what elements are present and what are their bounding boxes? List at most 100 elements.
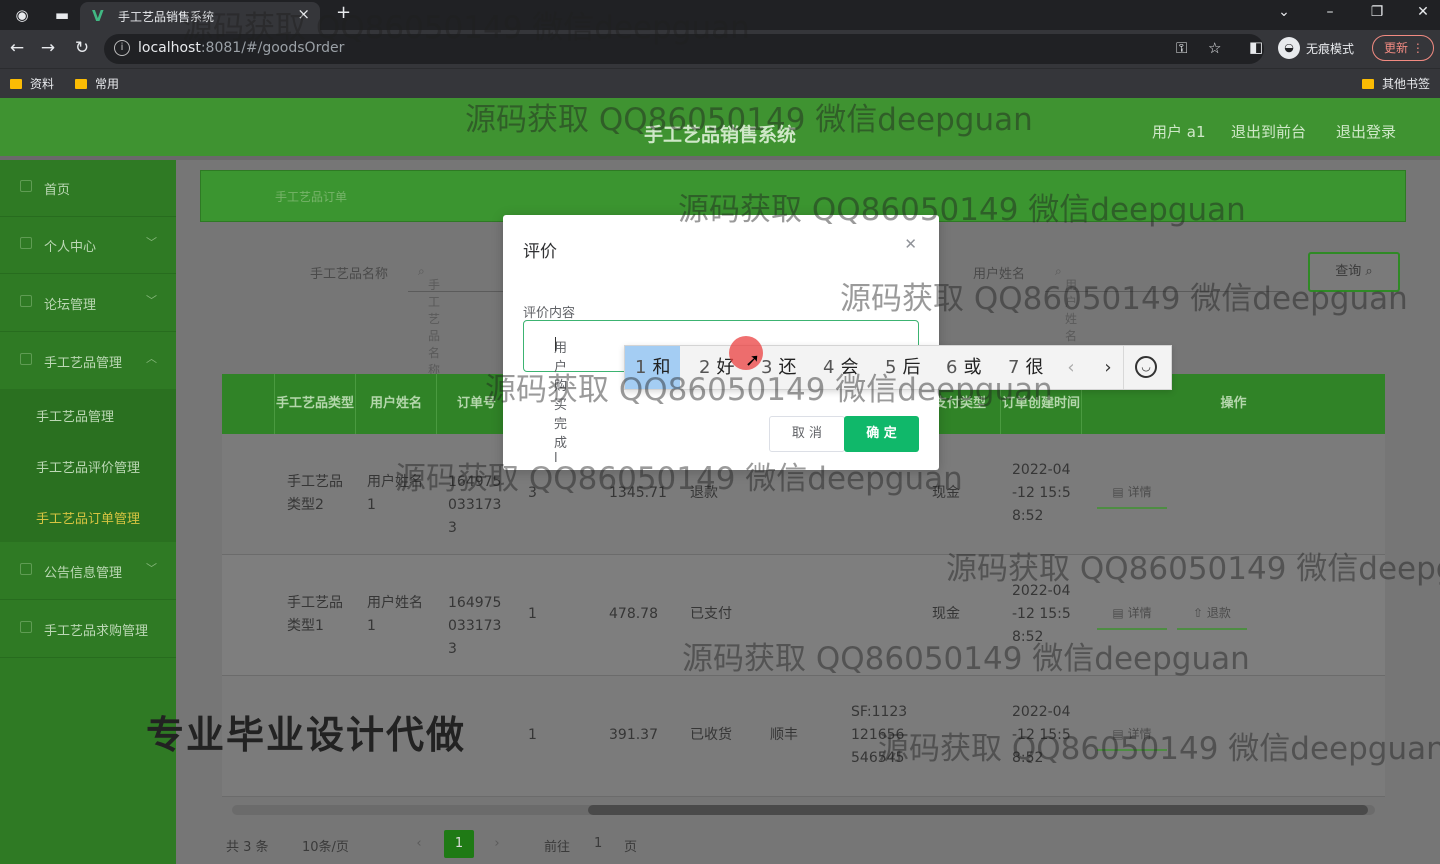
reload-icon[interactable]: ↻ (71, 38, 93, 58)
th-select (222, 374, 275, 434)
tab-list-icon[interactable]: ⌄ (1274, 4, 1294, 20)
incognito-icon: ◒ (1278, 37, 1300, 59)
sidebar-item-label: 手工艺品管理 (44, 356, 123, 371)
forum-icon (20, 295, 32, 307)
cell-status: 已支付 (690, 606, 732, 622)
cell-price: 391.37 (609, 727, 658, 743)
logout-link[interactable]: 退出登录 (1336, 121, 1396, 142)
cell-user: 用户姓名1 (367, 595, 423, 634)
cell-qty: 1 (528, 606, 537, 622)
ad-overlay-text: 专业毕业设计代做 (146, 713, 467, 757)
current-user: 用户 a1 (1152, 123, 1206, 141)
sidebar-item-requests[interactable]: 手工艺品求购管理 (0, 601, 176, 658)
crafts-icon (20, 353, 32, 365)
sidebar-item-label: 个人中心 (44, 240, 97, 255)
notice-icon (20, 563, 32, 575)
watermark: 源码获取 QQ86050149 微信deepguan (182, 10, 750, 46)
cell-order: 1649750331733 (448, 595, 502, 657)
sidebar-item-label: 手工艺品求购管理 (44, 624, 149, 639)
chevron-down-icon: ﹀ (146, 562, 157, 575)
cell-qty: 1 (528, 727, 537, 743)
text-caret (555, 337, 556, 351)
sidebar-item-profile[interactable]: 个人中心 ﹀ (0, 217, 176, 274)
ime-next-icon[interactable]: › (1093, 346, 1123, 389)
site-info-icon[interactable]: i (114, 40, 130, 56)
pagination-total: 共 3 条 (226, 840, 269, 855)
page-size-select[interactable]: 10条/页 (302, 836, 349, 855)
folder-icon (1362, 78, 1374, 89)
pagination: 共 3 条 10条/页 ‹ 1 › 前往 1 页 (226, 830, 826, 860)
dialog-title: 评价 (523, 242, 557, 262)
prev-page-icon[interactable]: ‹ (404, 830, 434, 858)
update-button[interactable]: 更新 ⋮ (1372, 35, 1434, 61)
cell-type: 手工艺品类型1 (287, 595, 343, 634)
sidebar-item-label: 公告信息管理 (44, 566, 123, 581)
sidebar-item-label: 论坛管理 (44, 298, 97, 313)
side-panel-icon[interactable]: ◧ (1249, 38, 1263, 56)
key-icon[interactable]: ⚿ (1176, 39, 1187, 57)
bookmark-folder-ziliao[interactable]: 资料 (10, 75, 54, 92)
sidebar-sub-orders[interactable]: 手工艺品订单管理 (0, 491, 176, 542)
forward-icon[interactable]: → (37, 38, 59, 58)
bookmark-star-icon[interactable]: ☆ (1208, 39, 1221, 57)
detail-button[interactable]: ▤ 详情 (1097, 479, 1167, 509)
name-search-label: 手工艺品名称 (310, 267, 389, 282)
emoji-icon[interactable]: ◡ (1135, 356, 1157, 378)
refund-button[interactable]: ⇧ 退款 (1177, 600, 1247, 630)
minimize-icon[interactable]: – (1320, 4, 1340, 20)
ime-separator (1123, 346, 1124, 389)
incognito-indicator[interactable]: ◒ 无痕模式 (1278, 35, 1354, 61)
cancel-button[interactable]: 取 消 (769, 416, 845, 452)
front-link[interactable]: 退出到前台 (1231, 121, 1306, 142)
th-user: 用户姓名 (356, 374, 437, 434)
sidebar-item-forum[interactable]: 论坛管理 ﹀ (0, 275, 176, 332)
goto-input[interactable]: 1 (594, 836, 602, 851)
other-bookmarks[interactable]: 其他书签 (1362, 75, 1430, 92)
sidebar-item-home[interactable]: 首页 (0, 160, 176, 217)
cell-courier: 顺丰 (770, 727, 798, 743)
restore-icon[interactable]: ❐ (1367, 4, 1387, 20)
watermark: 源码获取 QQ86050149 微信deepguan (465, 102, 1033, 138)
watermark: 源码获取 QQ86050149 微信deepguan (678, 192, 1246, 228)
chevron-up-icon: ︿ (146, 352, 157, 365)
cell-price: 478.78 (609, 606, 658, 622)
chevron-down-icon: ﹀ (146, 294, 157, 307)
cell-pay: 现金 (932, 606, 960, 622)
folder-icon (75, 78, 87, 89)
cell-type: 手工艺品类型2 (287, 474, 343, 513)
user-icon (20, 237, 32, 249)
ime-prev-icon[interactable]: ‹ (1056, 346, 1086, 389)
next-page-icon[interactable]: › (482, 830, 512, 858)
sidebar-item-crafts[interactable]: 手工艺品管理 ︿ (0, 333, 176, 390)
incognito-label: 无痕模式 (1306, 41, 1355, 56)
vue-logo-icon: V (92, 7, 104, 25)
sidebar-item-notices[interactable]: 公告信息管理 ﹀ (0, 543, 176, 600)
back-icon[interactable]: ← (6, 38, 28, 58)
goto-prefix: 前往 (544, 840, 571, 855)
folder-icon (10, 78, 22, 89)
watermark: 源码获取 QQ86050149 微信deepgu (946, 551, 1440, 587)
scroll-thumb[interactable] (588, 805, 1368, 815)
window-close-icon[interactable]: ✕ (1413, 4, 1433, 20)
goto-suffix: 页 (624, 840, 638, 855)
watermark: 源码获取 QQ86050149 微信deepguan (395, 461, 963, 497)
sidebar-sub-reviews[interactable]: 手工艺品评价管理 (0, 440, 176, 491)
chevron-down-icon: ﹀ (146, 236, 157, 249)
close-icon[interactable]: ✕ (904, 235, 917, 253)
watermark: 源码获取 QQ86050149 微信deepguan (682, 641, 1250, 677)
detail-button[interactable]: ▤ 详情 (1097, 600, 1167, 630)
review-dialog: 评价 ✕ 评价内容 用户购买完成l 取 消 确 定 (503, 215, 939, 470)
cell-time: 2022-04-12 15:58:52 (1012, 462, 1071, 524)
tab-search-icon[interactable]: ▬ (52, 5, 72, 25)
sidebar-item-label: 首页 (44, 183, 71, 198)
table-horizontal-scrollbar[interactable] (222, 801, 1385, 815)
cell-status: 已收货 (690, 727, 732, 743)
confirm-button[interactable]: 确 定 (844, 416, 919, 452)
bookmark-folder-changyong[interactable]: 常用 (75, 75, 119, 92)
page-number-1[interactable]: 1 (444, 830, 474, 858)
watermark: 源码获取 QQ86050149 微信deepguan (878, 731, 1440, 767)
th-type: 手工艺品类型 (275, 374, 356, 434)
browser-menu-icon[interactable]: ◉ (12, 5, 32, 25)
sidebar-sub-crafts[interactable]: 手工艺品管理 (0, 389, 176, 440)
request-icon (20, 621, 32, 633)
